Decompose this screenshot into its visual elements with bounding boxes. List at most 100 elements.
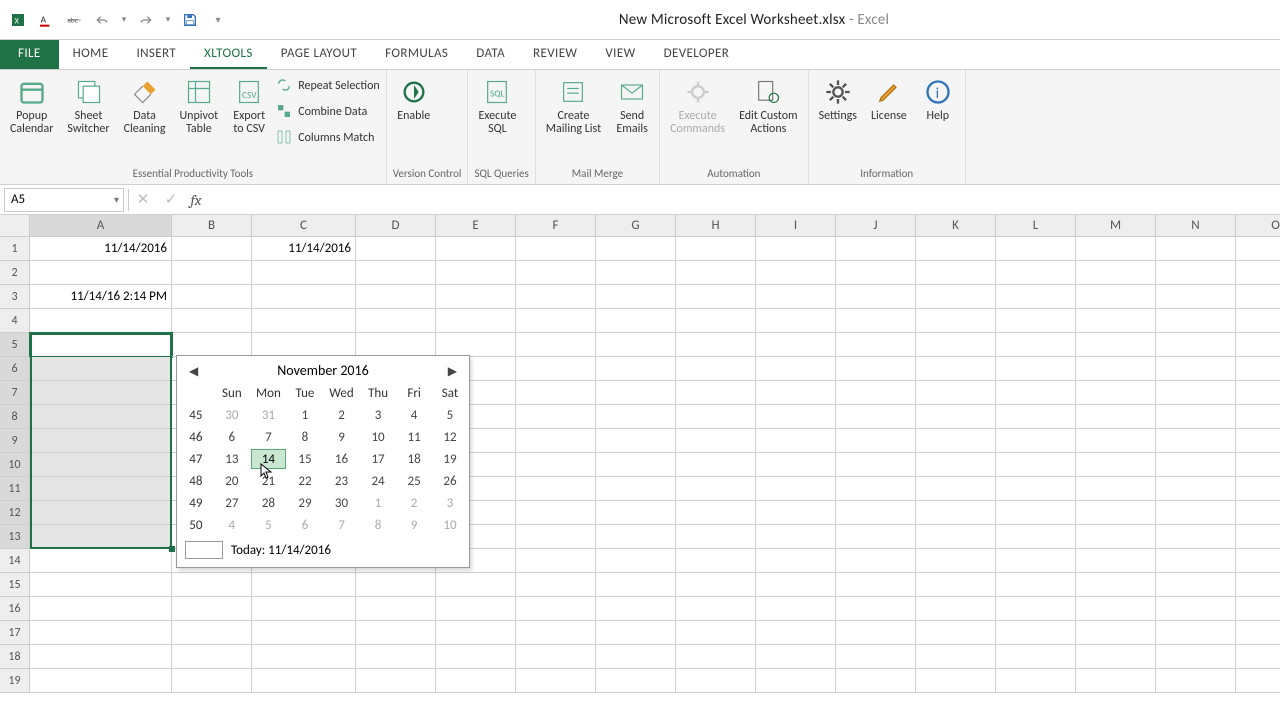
- cell-C15[interactable]: [252, 573, 356, 597]
- cell-E5[interactable]: [436, 333, 516, 357]
- cell-L4[interactable]: [996, 309, 1076, 333]
- date-cell-2[interactable]: 2: [324, 405, 359, 425]
- settings-button[interactable]: Settings: [815, 74, 861, 125]
- column-header-J[interactable]: J: [836, 215, 916, 237]
- cell-A7[interactable]: [30, 381, 172, 405]
- cell-O18[interactable]: [1236, 645, 1280, 669]
- cell-E1[interactable]: [436, 237, 516, 261]
- unpivot-table-button[interactable]: Unpivot Table: [175, 74, 222, 138]
- next-month-button[interactable]: ▶: [448, 364, 457, 379]
- cell-J4[interactable]: [836, 309, 916, 333]
- cell-A1[interactable]: 11/14/2016: [30, 237, 172, 261]
- cell-I16[interactable]: [756, 597, 836, 621]
- column-header-A[interactable]: A: [30, 215, 172, 237]
- formula-input[interactable]: [213, 188, 1280, 212]
- cell-M18[interactable]: [1076, 645, 1156, 669]
- cell-L12[interactable]: [996, 501, 1076, 525]
- today-link[interactable]: Today: 11/14/2016: [231, 543, 331, 558]
- cell-H10[interactable]: [676, 453, 756, 477]
- cell-G1[interactable]: [596, 237, 676, 261]
- execute-sql-button[interactable]: SQLExecute SQL: [474, 74, 520, 138]
- cell-H2[interactable]: [676, 261, 756, 285]
- cell-O12[interactable]: [1236, 501, 1280, 525]
- cell-D1[interactable]: [356, 237, 436, 261]
- cell-N12[interactable]: [1156, 501, 1236, 525]
- cell-D16[interactable]: [356, 597, 436, 621]
- cell-H15[interactable]: [676, 573, 756, 597]
- cell-A16[interactable]: [30, 597, 172, 621]
- cell-N3[interactable]: [1156, 285, 1236, 309]
- cell-N13[interactable]: [1156, 525, 1236, 549]
- cell-J6[interactable]: [836, 357, 916, 381]
- row-header-16[interactable]: 16: [0, 597, 30, 621]
- export-csv-button[interactable]: CSVExport to CSV: [228, 74, 270, 138]
- date-cell-3[interactable]: 3: [433, 493, 467, 513]
- cell-G17[interactable]: [596, 621, 676, 645]
- cell-M2[interactable]: [1076, 261, 1156, 285]
- cell-C5[interactable]: [252, 333, 356, 357]
- cell-J10[interactable]: [836, 453, 916, 477]
- cell-H9[interactable]: [676, 429, 756, 453]
- columns-match-button[interactable]: Columns Match: [276, 126, 380, 150]
- tab-file[interactable]: FILE: [0, 40, 59, 69]
- cell-F5[interactable]: [516, 333, 596, 357]
- cell-L16[interactable]: [996, 597, 1076, 621]
- tab-view[interactable]: VIEW: [591, 40, 649, 69]
- cell-B16[interactable]: [172, 597, 252, 621]
- cell-D19[interactable]: [356, 669, 436, 693]
- cell-M11[interactable]: [1076, 477, 1156, 501]
- date-cell-4[interactable]: 4: [397, 405, 431, 425]
- cell-I17[interactable]: [756, 621, 836, 645]
- cell-M14[interactable]: [1076, 549, 1156, 573]
- cell-D17[interactable]: [356, 621, 436, 645]
- cell-J7[interactable]: [836, 381, 916, 405]
- date-cell-30[interactable]: 30: [215, 405, 249, 425]
- cell-G14[interactable]: [596, 549, 676, 573]
- cell-J19[interactable]: [836, 669, 916, 693]
- cell-K4[interactable]: [916, 309, 996, 333]
- cell-L14[interactable]: [996, 549, 1076, 573]
- row-header-5[interactable]: 5: [0, 333, 30, 357]
- column-header-L[interactable]: L: [996, 215, 1076, 237]
- cell-N4[interactable]: [1156, 309, 1236, 333]
- cell-G18[interactable]: [596, 645, 676, 669]
- cell-E4[interactable]: [436, 309, 516, 333]
- cell-H13[interactable]: [676, 525, 756, 549]
- cell-K19[interactable]: [916, 669, 996, 693]
- column-header-N[interactable]: N: [1156, 215, 1236, 237]
- cell-G12[interactable]: [596, 501, 676, 525]
- row-header-19[interactable]: 19: [0, 669, 30, 693]
- tab-review[interactable]: REVIEW: [519, 40, 591, 69]
- cell-I10[interactable]: [756, 453, 836, 477]
- cell-J16[interactable]: [836, 597, 916, 621]
- cell-D18[interactable]: [356, 645, 436, 669]
- undo-button[interactable]: [90, 8, 114, 32]
- cell-C2[interactable]: [252, 261, 356, 285]
- cell-H12[interactable]: [676, 501, 756, 525]
- cell-C3[interactable]: [252, 285, 356, 309]
- cell-K12[interactable]: [916, 501, 996, 525]
- date-cell-16[interactable]: 16: [324, 449, 359, 469]
- date-cell-20[interactable]: 20: [215, 471, 249, 491]
- chevron-down-icon[interactable]: ▾: [162, 8, 174, 32]
- cell-J13[interactable]: [836, 525, 916, 549]
- cell-L10[interactable]: [996, 453, 1076, 477]
- date-cell-22[interactable]: 22: [288, 471, 322, 491]
- row-header-2[interactable]: 2: [0, 261, 30, 285]
- cell-G19[interactable]: [596, 669, 676, 693]
- cell-N11[interactable]: [1156, 477, 1236, 501]
- cell-D4[interactable]: [356, 309, 436, 333]
- cell-E3[interactable]: [436, 285, 516, 309]
- cell-A9[interactable]: [30, 429, 172, 453]
- cell-K15[interactable]: [916, 573, 996, 597]
- cell-L8[interactable]: [996, 405, 1076, 429]
- cell-M13[interactable]: [1076, 525, 1156, 549]
- tab-formulas[interactable]: FORMULAS: [371, 40, 462, 69]
- edit-custom-actions-button[interactable]: Edit Custom Actions: [735, 74, 802, 138]
- date-cell-6[interactable]: 6: [288, 515, 322, 535]
- cell-G7[interactable]: [596, 381, 676, 405]
- customize-qat-icon[interactable]: ▾: [206, 8, 230, 32]
- row-header-4[interactable]: 4: [0, 309, 30, 333]
- cell-K7[interactable]: [916, 381, 996, 405]
- select-all-corner[interactable]: [0, 215, 30, 237]
